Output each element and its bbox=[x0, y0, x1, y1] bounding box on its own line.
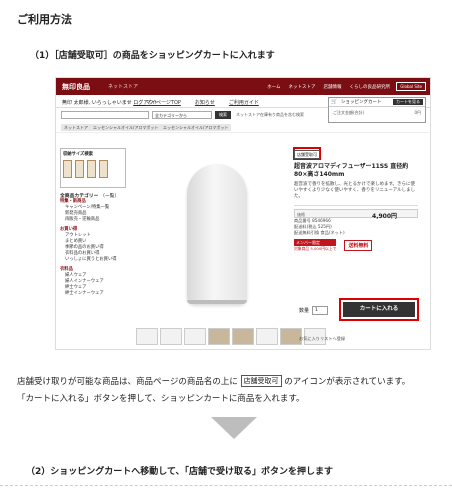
description-line2: 「カートに入れる」ボタンを押して、ショッピンカートに商品を入れます。 bbox=[17, 394, 305, 404]
top-nav: ホーム ネットストア 店舗情報 くらしの良品研究所 bbox=[267, 84, 390, 90]
shelf-image bbox=[75, 160, 84, 178]
category-heading: 全商品カテゴリー （一覧） bbox=[60, 194, 120, 199]
product-name: 超音波アロマディフューザー11SS 直径約80×高さ140mm bbox=[294, 163, 409, 178]
store-label: ネットストア bbox=[108, 84, 139, 90]
store-screenshot: 無印良品 ネットストア ホーム ネットストア 店舗情報 くらしの良品研究所 Gl… bbox=[55, 77, 431, 350]
thumbnail[interactable] bbox=[208, 328, 230, 345]
store-pickup-icon: 店舗受取可 bbox=[240, 375, 282, 387]
nav-netstore[interactable]: ネットストア bbox=[289, 84, 316, 90]
sidebar-link[interactable]: 再販売・逆輸商品 bbox=[60, 217, 126, 223]
quantity-control: 数量 1 bbox=[299, 306, 329, 315]
diffuser-image bbox=[187, 164, 247, 304]
mypage-link[interactable]: マイページTOP bbox=[146, 99, 181, 106]
step2-heading: （2）ショッピングカートへ移動して、「店舗で受け取る」ボタンを押します bbox=[26, 467, 334, 477]
sidebar: 収納サイズ検索 全商品カテゴリー （一覧） 特集・新商品 キャンペーン/特集一覧… bbox=[60, 148, 126, 297]
user-bar: 無印 太郎様, いらっしゃいませ ログアウト マイページTOP お知らせ ご利用… bbox=[56, 95, 430, 123]
member-condition: 対象商品 5,000円以上で bbox=[294, 246, 337, 251]
nav-lab[interactable]: くらしの良品研究所 bbox=[350, 84, 391, 90]
global-site-button[interactable]: Global Site bbox=[396, 82, 426, 91]
breadcrumb: ネットストア エッセンシャルオイル/アロマポット エッセンシャルオイル/アロマポ… bbox=[56, 122, 430, 133]
search-option[interactable]: ネットストア在庫有り商品を含む検索 bbox=[236, 112, 304, 118]
add-to-cart-button[interactable]: カートに入れる bbox=[343, 302, 415, 317]
category-select[interactable]: 全カテゴリーから bbox=[152, 111, 212, 119]
price-label: 価格 bbox=[297, 212, 305, 217]
thumbnail[interactable] bbox=[184, 328, 206, 345]
step1-heading: （1）［店舗受取可］の商品をショッピングカートに入れます bbox=[30, 51, 275, 61]
quantity-label: 数量 bbox=[299, 308, 310, 314]
thumbnail[interactable] bbox=[160, 328, 182, 345]
price-value: 4,900円 bbox=[372, 213, 397, 220]
nav-home[interactable]: ホーム bbox=[267, 84, 280, 90]
description-line1: 店舗受け取りが可能な商品は、商品ページの商品名の上に 店舗受取可 のアイコンが表… bbox=[17, 375, 411, 387]
member-only-label: メンバー限定 bbox=[294, 239, 337, 246]
notice-link[interactable]: お知らせ bbox=[195, 99, 215, 106]
spec-line: 配送無料引換 食品(ネット) bbox=[294, 230, 345, 235]
shelf-image bbox=[87, 160, 96, 178]
product-image[interactable] bbox=[142, 146, 292, 321]
breadcrumb-item[interactable]: エッセンシャルオイル/アロマポット bbox=[160, 124, 232, 131]
user-links: マイページTOP お知らせ ご利用ガイド bbox=[146, 99, 259, 106]
product-description: 超音波で香りを拡散し、光とるかけで楽しめます。きらに使いやすくより少なく使いやす… bbox=[294, 182, 418, 206]
favorite-link[interactable]: お気に入りリストへ登録 bbox=[299, 336, 345, 342]
free-shipping-badge: 送料無料 bbox=[344, 240, 373, 251]
search-button[interactable]: 検索 bbox=[215, 111, 231, 119]
search-input[interactable] bbox=[61, 111, 149, 119]
divider bbox=[0, 485, 452, 486]
view-cart-button[interactable]: カートを見る bbox=[393, 99, 423, 105]
thumbnail[interactable] bbox=[232, 328, 254, 345]
down-arrow-icon bbox=[211, 417, 257, 439]
breadcrumb-item[interactable]: エッセンシャルオイル/アロマポット bbox=[90, 124, 162, 131]
thumbnail[interactable] bbox=[136, 328, 158, 345]
shelf-image bbox=[99, 160, 108, 178]
size-search-box[interactable]: 収納サイズ検索 bbox=[60, 148, 126, 188]
size-search-title: 収納サイズ検索 bbox=[63, 152, 93, 157]
shelf-images bbox=[63, 160, 123, 178]
site-header: 無印良品 ネットストア ホーム ネットストア 店舗情報 くらしの良品研究所 Gl… bbox=[56, 78, 430, 95]
search-bar: 全カテゴリーから 検索 ネットストア在庫有り商品を含む検索 bbox=[56, 108, 430, 122]
store-pickup-badge: 店舗受取可 bbox=[294, 150, 320, 159]
price-row: 価格 4,900円 bbox=[294, 209, 418, 220]
breadcrumb-item[interactable]: ネットストア bbox=[61, 124, 91, 131]
product-info: 店舗受取可 超音波アロマディフューザー11SS 直径約80×高さ140mm 超音… bbox=[294, 150, 418, 252]
member-badge: メンバー限定 対象商品 5,000円以上で bbox=[294, 239, 337, 252]
muji-logo[interactable]: 無印良品 bbox=[62, 82, 90, 92]
sidebar-link[interactable]: いっしょに買うとお買い得 bbox=[60, 257, 126, 263]
page-title: ご利用方法 bbox=[17, 13, 72, 26]
cart-title: ショッピングカート bbox=[341, 100, 382, 105]
sidebar-link[interactable]: 紳士インナーウェア bbox=[60, 291, 126, 297]
shelf-image bbox=[63, 160, 72, 178]
thumbnail-strip bbox=[136, 328, 326, 345]
thumbnail[interactable] bbox=[256, 328, 278, 345]
description: 店舗受け取りが可能な商品は、商品ページの商品名の上に 店舗受取可 のアイコンが表… bbox=[17, 374, 442, 408]
shipping-badges: メンバー限定 対象商品 5,000円以上で 送料無料 bbox=[294, 239, 418, 252]
greeting: 無印 太郎様, いらっしゃいませ ログアウト bbox=[62, 100, 159, 106]
cart-head: ショッピングカート カートを見る bbox=[329, 98, 425, 107]
nav-stores[interactable]: 店舗情報 bbox=[324, 84, 342, 90]
quantity-select[interactable]: 1 bbox=[312, 306, 329, 315]
guide-link[interactable]: ご利用ガイド bbox=[229, 99, 259, 106]
